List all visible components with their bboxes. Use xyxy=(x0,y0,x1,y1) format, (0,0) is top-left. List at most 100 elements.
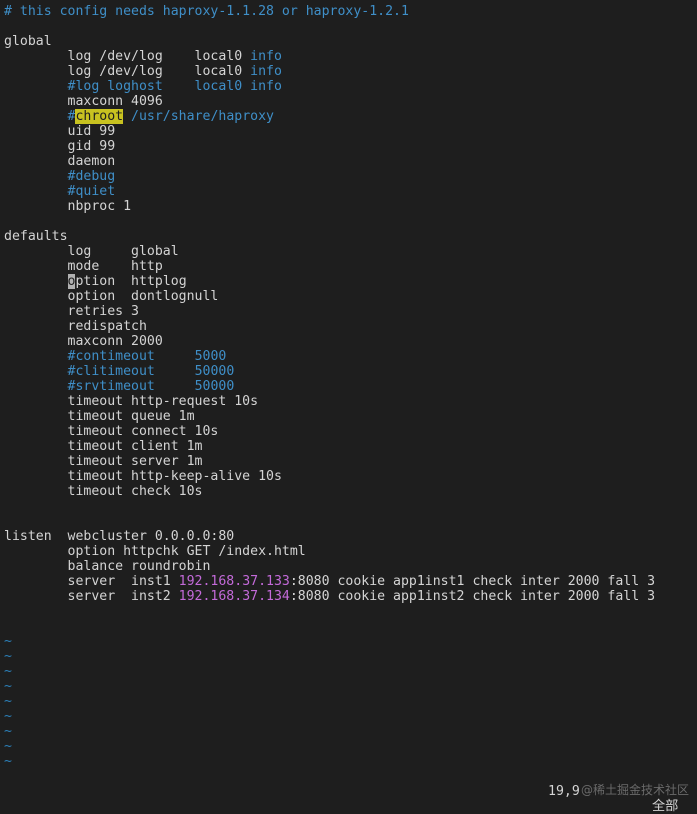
code-text: timeout client 1m xyxy=(4,439,203,454)
editor-line[interactable]: listen webcluster 0.0.0.0:80 xyxy=(4,529,697,544)
editor-line[interactable]: #clitimeout 50000 xyxy=(4,364,697,379)
editor-line[interactable]: ~ xyxy=(4,664,697,679)
ip-address-text: 192.168.37.134 xyxy=(178,589,290,604)
empty-line-marker: ~ xyxy=(4,739,12,754)
editor-line[interactable]: mode http xyxy=(4,259,697,274)
editor-line[interactable]: #chroot /usr/share/haproxy xyxy=(4,109,697,124)
editor-line[interactable] xyxy=(4,619,697,634)
comment-text: # this config needs haproxy-1.1.28 or ha… xyxy=(4,4,409,19)
code-text: global xyxy=(4,34,52,49)
empty-line-marker: ~ xyxy=(4,649,12,664)
code-text: retries 3 xyxy=(4,304,139,319)
editor-line[interactable]: server inst1 192.168.37.133:8080 cookie … xyxy=(4,574,697,589)
editor-line[interactable]: gid 99 xyxy=(4,139,697,154)
code-text: timeout connect 10s xyxy=(4,424,219,439)
code-text: timeout queue 1m xyxy=(4,409,195,424)
editor-line[interactable] xyxy=(4,604,697,619)
editor-line[interactable]: ~ xyxy=(4,649,697,664)
editor-line[interactable]: global xyxy=(4,34,697,49)
code-text: balance roundrobin xyxy=(4,559,211,574)
editor-line[interactable]: daemon xyxy=(4,154,697,169)
editor-line[interactable]: #srvtimeout 50000 xyxy=(4,379,697,394)
code-text: option httpchk GET /index.html xyxy=(4,544,306,559)
editor-line[interactable]: defaults xyxy=(4,229,697,244)
editor-line[interactable]: maxconn 4096 xyxy=(4,94,697,109)
comment-text: #srvtimeout xyxy=(4,379,195,394)
editor-buffer[interactable]: # this config needs haproxy-1.1.28 or ha… xyxy=(4,4,697,769)
comment-text: #clitimeout xyxy=(4,364,195,379)
comment-text: # xyxy=(4,109,76,124)
code-text: listen webcluster 0.0.0.0:80 xyxy=(4,529,235,544)
editor-line[interactable]: timeout server 1m xyxy=(4,454,697,469)
editor-line[interactable]: #debug xyxy=(4,169,697,184)
editor-line[interactable]: ~ xyxy=(4,679,697,694)
code-text: mode http xyxy=(4,259,163,274)
empty-line-marker: ~ xyxy=(4,709,12,724)
code-text: timeout http-keep-alive 10s xyxy=(4,469,282,484)
editor-line[interactable]: timeout queue 1m xyxy=(4,409,697,424)
empty-line-marker: ~ xyxy=(4,664,12,679)
code-text: uid 99 xyxy=(4,124,116,139)
empty-line-marker: ~ xyxy=(4,724,12,739)
code-text: daemon xyxy=(4,154,116,169)
comment-text: /usr/share/haproxy xyxy=(123,109,274,124)
empty-line-marker: ~ xyxy=(4,679,12,694)
code-text: maxconn 2000 xyxy=(4,334,163,349)
editor-line[interactable] xyxy=(4,514,697,529)
editor-line[interactable]: retries 3 xyxy=(4,304,697,319)
code-text: maxconn 4096 xyxy=(4,94,163,109)
editor-line[interactable]: timeout client 1m xyxy=(4,439,697,454)
code-text: :8080 cookie app1inst2 check inter 2000 … xyxy=(289,589,656,604)
editor-line[interactable] xyxy=(4,499,697,514)
code-text: server inst1 xyxy=(4,574,179,589)
search-highlight: chroot xyxy=(75,109,124,124)
editor-line[interactable] xyxy=(4,19,697,34)
comment-text: #quiet xyxy=(4,184,116,199)
editor-line[interactable]: log /dev/log local0 info xyxy=(4,64,697,79)
editor-line[interactable]: ~ xyxy=(4,709,697,724)
code-text: timeout check 10s xyxy=(4,484,203,499)
editor-line[interactable]: log global xyxy=(4,244,697,259)
cursor-position: 19,9 xyxy=(548,784,580,799)
editor-line[interactable]: ~ xyxy=(4,754,697,769)
code-text: ption httplog xyxy=(75,274,187,289)
editor-line[interactable]: #contimeout 5000 xyxy=(4,349,697,364)
editor-line[interactable]: timeout check 10s xyxy=(4,484,697,499)
editor-line[interactable]: ~ xyxy=(4,724,697,739)
editor-line[interactable]: nbproc 1 xyxy=(4,199,697,214)
editor-line[interactable]: ~ xyxy=(4,634,697,649)
comment-text: #log loghost local0 info xyxy=(4,79,282,94)
editor-line[interactable]: #quiet xyxy=(4,184,697,199)
code-text: timeout server 1m xyxy=(4,454,203,469)
editor-line[interactable]: log /dev/log local0 info xyxy=(4,49,697,64)
editor-line[interactable] xyxy=(4,214,697,229)
editor-line[interactable]: uid 99 xyxy=(4,124,697,139)
editor-line[interactable]: option httpchk GET /index.html xyxy=(4,544,697,559)
editor-line[interactable]: option httplog xyxy=(4,274,697,289)
editor-line[interactable]: ~ xyxy=(4,739,697,754)
code-text: nbproc 1 xyxy=(4,199,132,214)
code-text: log /dev/log local0 xyxy=(4,49,251,64)
editor-line[interactable]: ~ xyxy=(4,694,697,709)
editor-line[interactable]: balance roundrobin xyxy=(4,559,697,574)
code-text: option dontlognull xyxy=(4,289,219,304)
editor-line[interactable]: option dontlognull xyxy=(4,289,697,304)
code-text: log /dev/log local0 xyxy=(4,64,251,79)
code-text: server inst2 xyxy=(4,589,179,604)
editor-line[interactable]: timeout http-request 10s xyxy=(4,394,697,409)
keyword-text: 50000 xyxy=(194,364,235,379)
editor-line[interactable]: server inst2 192.168.37.134:8080 cookie … xyxy=(4,589,697,604)
empty-line-marker: ~ xyxy=(4,694,12,709)
code-text: log global xyxy=(4,244,179,259)
code-text: redispatch xyxy=(4,319,147,334)
editor-line[interactable]: #log loghost local0 info xyxy=(4,79,697,94)
editor-line[interactable]: maxconn 2000 xyxy=(4,334,697,349)
editor-line[interactable]: redispatch xyxy=(4,319,697,334)
keyword-text: info xyxy=(250,64,282,79)
scroll-position: 全部 xyxy=(652,799,679,814)
comment-text: #debug xyxy=(4,169,116,184)
editor-line[interactable]: timeout http-keep-alive 10s xyxy=(4,469,697,484)
code-text: timeout http-request 10s xyxy=(4,394,259,409)
editor-line[interactable]: # this config needs haproxy-1.1.28 or ha… xyxy=(4,4,697,19)
editor-line[interactable]: timeout connect 10s xyxy=(4,424,697,439)
